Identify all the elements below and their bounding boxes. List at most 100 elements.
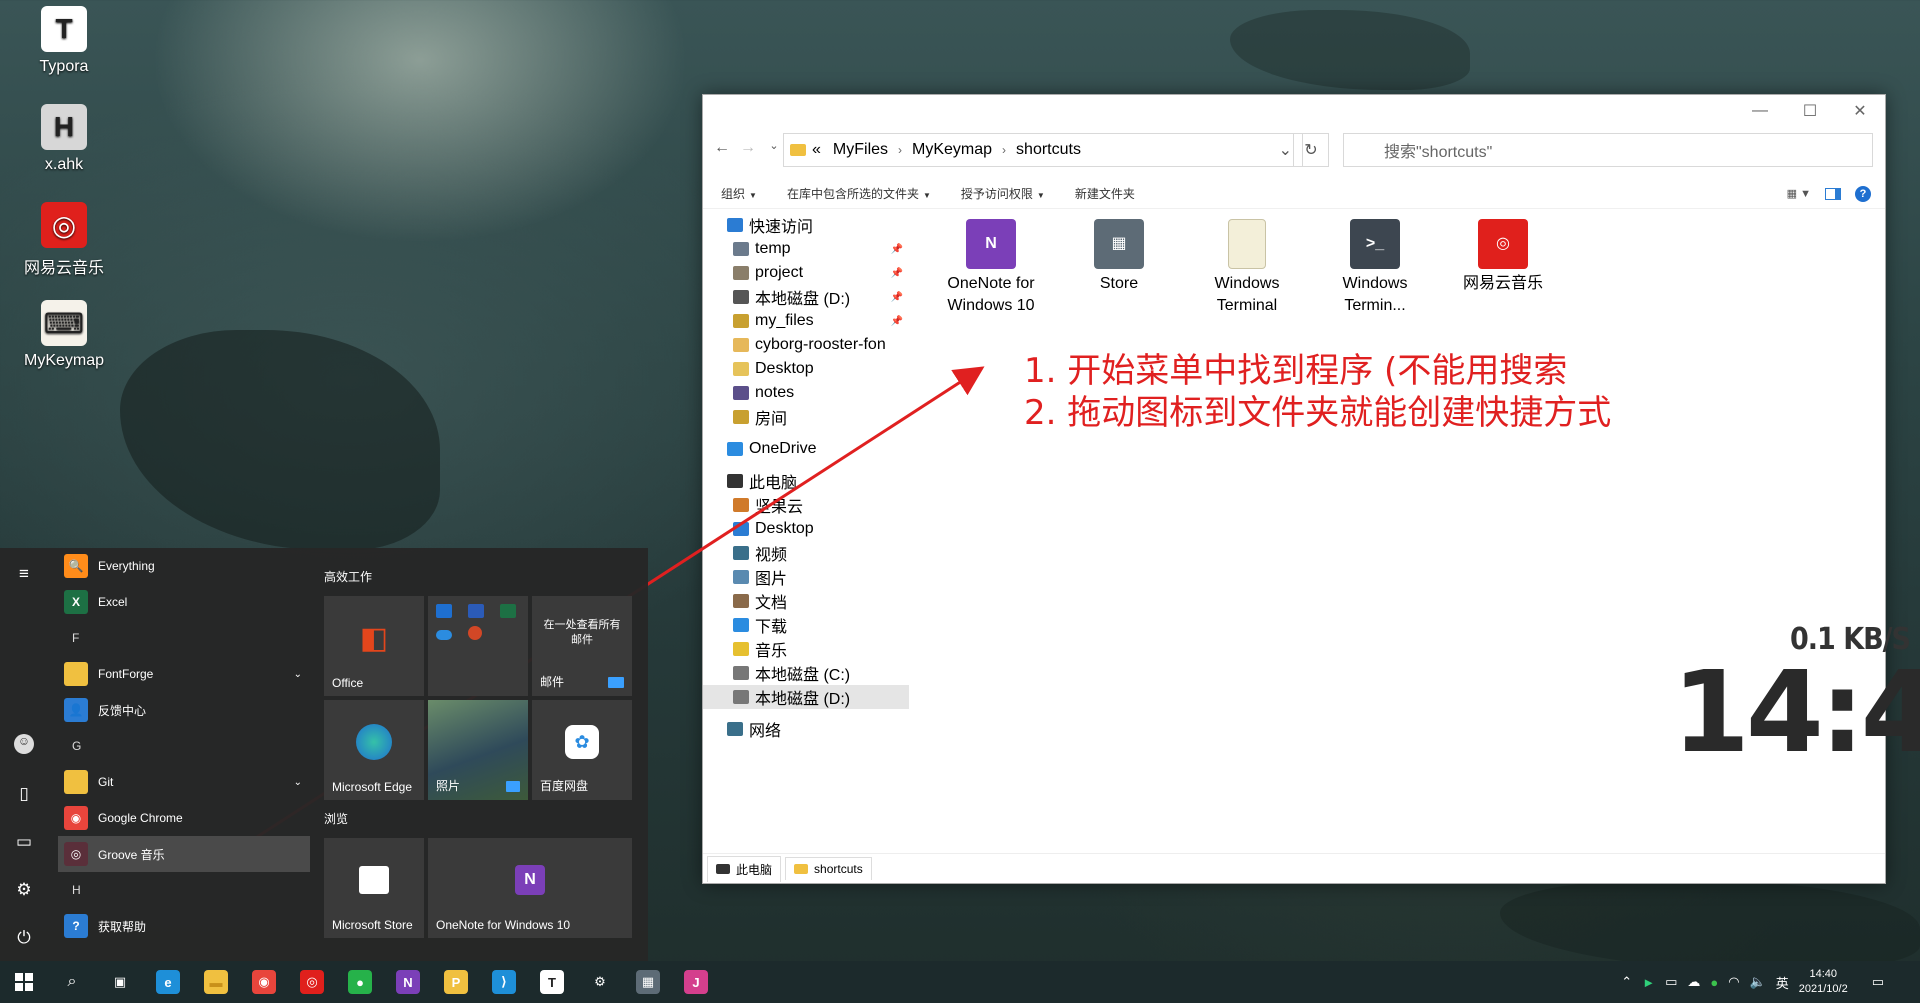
search-input[interactable]: 搜索"shortcuts" [1343,133,1873,167]
app-list-item[interactable]: ◉ Google Chrome [58,800,310,836]
cloud-icon[interactable]: ☁ [1687,974,1700,990]
nav-this-pc[interactable]: 此电脑 [703,469,909,493]
desktop-icon[interactable]: ⌨ MyKeymap [14,300,114,370]
wifi-icon[interactable]: ◠ [1728,974,1739,990]
search-button[interactable]: ⌕ [48,961,96,1003]
settings-icon[interactable]: ⚙ [14,880,34,900]
ime-indicator[interactable]: 英 [1776,973,1789,992]
nav-quick-item[interactable]: temp 📌 [703,237,909,261]
file-item[interactable]: ◎ 网易云音乐 [1443,219,1563,295]
desktop-icon[interactable]: T Typora [14,6,114,76]
include-in-library-menu[interactable]: 在库中包含所选的文件夹 ▼ [787,185,931,202]
view-options-icon[interactable]: ▦ ▼ [1787,187,1811,200]
tile-baidu[interactable]: ✿ 百度网盘 [532,700,632,800]
app-list-item[interactable]: 👤 反馈中心 [58,692,310,728]
taskbar-app-netease[interactable]: ◎ [288,961,336,1003]
app-list-item[interactable]: FontForge ⌄ [58,656,310,692]
taskbar-app-python[interactable]: P [432,961,480,1003]
avatar[interactable]: ☺ [14,734,34,754]
taskbar-app-settings[interactable]: ⚙ [576,961,624,1003]
taskbar-app-chrome[interactable]: ◉ [240,961,288,1003]
tab-this-pc[interactable]: 此电脑 [707,855,782,882]
tile-office[interactable]: ◧ Office [324,596,424,696]
nav-quick-item[interactable]: cyborg-rooster-fon [703,333,909,357]
hamburger-icon[interactable]: ≡ [14,564,34,584]
app-list-item[interactable]: X Excel [58,584,310,620]
nav-quick-item[interactable]: Desktop [703,357,909,381]
organize-menu[interactable]: 组织 ▼ [721,185,757,202]
taskbar-app-onenote[interactable]: N [384,961,432,1003]
address-prefix[interactable]: « [812,141,821,159]
taskbar-app-calculator[interactable]: ▦ [624,961,672,1003]
tab-shortcuts[interactable]: shortcuts [785,857,872,880]
tray-app-icon[interactable]: ● [1710,975,1718,990]
crumb-mykeymap[interactable]: MyKeymap [912,141,992,159]
volume-icon[interactable]: 🔈 [1750,974,1766,990]
chevron-up-icon[interactable]: ⌃ [1621,974,1632,990]
nav-quick-item[interactable]: my_files 📌 [703,309,909,333]
start-button[interactable] [0,961,48,1003]
tile-onenote[interactable]: N OneNote for Windows 10 [428,838,632,938]
nav-pc-item[interactable]: Desktop [703,517,909,541]
chevron-down-icon[interactable]: ⌄ [294,777,302,788]
nav-quick-item[interactable]: 本地磁盘 (D:) 📌 [703,285,909,309]
new-folder-button[interactable]: 新建文件夹 [1075,185,1135,202]
nav-pc-item[interactable]: 文档 [703,589,909,613]
address-bar[interactable]: « MyFiles › MyKeymap › shortcuts ⌄ [783,133,1303,167]
app-list-item[interactable]: 🔍 Everything [58,548,310,584]
refresh-button[interactable]: ↻ [1293,133,1329,167]
nav-quick-item[interactable]: notes [703,381,909,405]
nav-quick-item[interactable]: 房间 [703,405,909,429]
crumb-shortcuts[interactable]: shortcuts [1016,141,1081,159]
tile-store[interactable]: Microsoft Store [324,838,424,938]
maximize-button[interactable]: ☐ [1785,95,1835,127]
nav-network[interactable]: 网络 [703,717,909,741]
file-item[interactable]: Windows Terminal [1187,219,1307,317]
nav-pc-item[interactable]: 视频 [703,541,909,565]
nav-pc-item[interactable]: 音乐 [703,637,909,661]
taskbar-app-explorer[interactable]: ▬ [192,961,240,1003]
back-button[interactable]: ← [711,139,733,157]
nav-pc-item[interactable]: 本地磁盘 (D:) [703,685,909,709]
recent-locations-button[interactable]: ⌄ [763,139,785,157]
taskbar-app-vscode[interactable]: ⟩ [480,961,528,1003]
nav-quick-item[interactable]: project 📌 [703,261,909,285]
preview-pane-icon[interactable] [1825,187,1841,200]
power-icon[interactable]: ⏻ [14,928,34,948]
nav-pc-item[interactable]: 本地磁盘 (C:) [703,661,909,685]
crumb-myfiles[interactable]: MyFiles [833,141,888,159]
tile-mail[interactable]: 在一处查看所有邮件 邮件 [532,596,632,696]
forward-button[interactable]: → [737,139,759,157]
close-button[interactable]: ✕ [1835,95,1885,127]
file-item[interactable]: >_ Windows Termin... [1315,219,1435,317]
keyboard-icon[interactable]: ▭ [1665,974,1677,990]
nav-onedrive[interactable]: OneDrive [703,437,909,461]
desktop-icon[interactable]: ◎ 网易云音乐 [14,202,114,278]
taskbar-app-edge[interactable]: e [144,961,192,1003]
taskbar-app-typora[interactable]: T [528,961,576,1003]
nav-pc-item[interactable]: 坚果云 [703,493,909,517]
app-list-letter-header[interactable]: F [58,620,310,656]
nav-quick-access[interactable]: 快速访问 [703,213,909,237]
app-list-item[interactable]: Git ⌄ [58,764,310,800]
documents-icon[interactable]: ▯ [14,784,34,804]
address-dropdown-icon[interactable]: ⌄ [1279,140,1292,160]
tile-photos[interactable]: 照片 [428,700,528,800]
desktop-icon[interactable]: Hx.ahk [14,104,114,174]
minimize-button[interactable]: — [1735,95,1785,127]
tray-app-icon[interactable]: ► [1642,975,1655,990]
app-list-item[interactable]: ? 获取帮助 [58,908,310,944]
taskbar-app-wechat-like[interactable]: ● [336,961,384,1003]
nav-pc-item[interactable]: 图片 [703,565,909,589]
task-view-button[interactable]: ▣ [96,961,144,1003]
nav-pc-item[interactable]: 下载 [703,613,909,637]
app-list-letter-header[interactable]: G [58,728,310,764]
app-list-letter-header[interactable]: H [58,872,310,908]
help-icon[interactable]: ? [1855,185,1871,202]
file-item[interactable]: N OneNote for Windows 10 [931,219,1051,317]
taskbar-clock[interactable]: 14:40 2021/10/2 [1799,967,1848,997]
pictures-icon[interactable]: ▭ [14,832,34,852]
taskbar-app-jetbrains[interactable]: J [672,961,720,1003]
share-with-menu[interactable]: 授予访问权限 ▼ [961,185,1045,202]
notification-icon[interactable]: ▭ [1872,974,1884,990]
